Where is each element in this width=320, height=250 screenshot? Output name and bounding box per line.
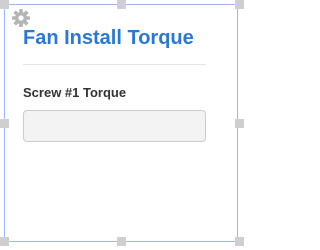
resize-handle-top[interactable] (117, 0, 126, 9)
resize-handle-bottom-right[interactable] (235, 237, 244, 246)
field-label: Screw #1 Torque (23, 85, 127, 100)
resize-handle-top-right[interactable] (235, 0, 244, 9)
resize-handle-left[interactable] (0, 119, 9, 128)
resize-handle-bottom[interactable] (117, 237, 126, 246)
resize-handle-bottom-left[interactable] (0, 237, 9, 246)
torque-input[interactable] (23, 110, 206, 142)
resize-handle-top-left[interactable] (0, 0, 9, 9)
widget-title: Fan Install Torque (23, 27, 194, 49)
title-divider (23, 64, 206, 65)
resize-handle-right[interactable] (235, 119, 244, 128)
gear-icon[interactable] (11, 8, 31, 28)
